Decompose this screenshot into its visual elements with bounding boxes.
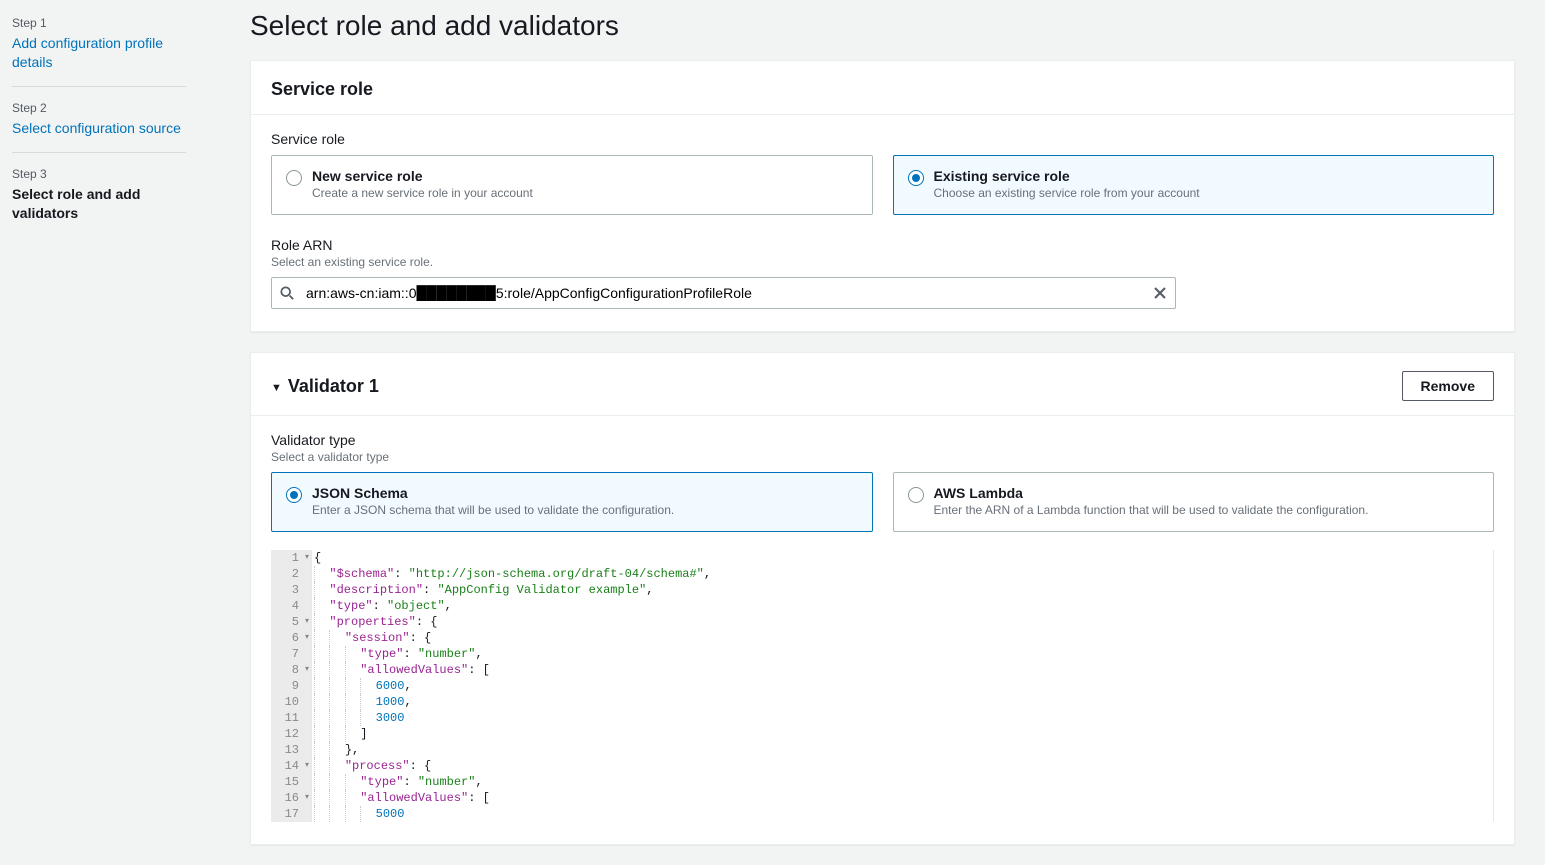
line-number: 15 bbox=[277, 774, 309, 790]
validator-type-option-1[interactable]: AWS Lambda Enter the ARN of a Lambda func… bbox=[893, 472, 1495, 532]
wizard-sidebar: Step 1Add configuration profile detailsS… bbox=[0, 0, 200, 865]
code-line[interactable]: "type": "number", bbox=[314, 774, 1493, 790]
chevron-down-icon: ▼ bbox=[271, 382, 282, 394]
line-number: 5▾ bbox=[277, 614, 309, 630]
validator-title[interactable]: ▼Validator 1 bbox=[271, 376, 379, 397]
code-line[interactable]: }, bbox=[314, 742, 1493, 758]
remove-button[interactable]: Remove bbox=[1402, 371, 1494, 401]
radio-icon bbox=[286, 487, 302, 503]
line-number: 17 bbox=[277, 806, 309, 822]
line-number: 16▾ bbox=[277, 790, 309, 806]
line-number: 14▾ bbox=[277, 758, 309, 774]
radio-desc: Choose an existing service role from you… bbox=[934, 186, 1200, 200]
code-line[interactable]: "allowedValues": [ bbox=[314, 662, 1493, 678]
code-line[interactable]: 3000 bbox=[314, 710, 1493, 726]
code-line[interactable]: ] bbox=[314, 726, 1493, 742]
code-line[interactable]: "type": "number", bbox=[314, 646, 1493, 662]
code-line[interactable]: { bbox=[314, 550, 1493, 566]
line-number: 6▾ bbox=[277, 630, 309, 646]
line-number: 13 bbox=[277, 742, 309, 758]
search-icon bbox=[280, 286, 294, 300]
step-title: Select role and add validators bbox=[12, 185, 186, 223]
code-line[interactable]: "allowedValues": [ bbox=[314, 790, 1493, 806]
radio-icon bbox=[908, 170, 924, 186]
line-number: 1▾ bbox=[277, 550, 309, 566]
radio-title: New service role bbox=[312, 168, 533, 184]
service-role-panel: Service role Service role New service ro… bbox=[250, 60, 1515, 332]
code-line[interactable]: "description": "AppConfig Validator exam… bbox=[314, 582, 1493, 598]
page-title: Select role and add validators bbox=[250, 10, 1515, 42]
code-line[interactable]: "properties": { bbox=[314, 614, 1493, 630]
service-role-option-0[interactable]: New service role Create a new service rol… bbox=[271, 155, 873, 215]
validator-type-hint: Select a validator type bbox=[271, 450, 1494, 464]
json-schema-editor[interactable]: 1▾2345▾6▾78▾91011121314▾1516▾17 { "$sche… bbox=[271, 550, 1494, 822]
role-arn-label: Role ARN bbox=[271, 237, 1494, 253]
step-title[interactable]: Select configuration source bbox=[12, 119, 186, 138]
service-role-field-label: Service role bbox=[271, 131, 1494, 147]
line-number: 4 bbox=[277, 598, 309, 614]
radio-icon bbox=[908, 487, 924, 503]
role-arn-hint: Select an existing service role. bbox=[271, 255, 1494, 269]
code-line[interactable]: 6000, bbox=[314, 678, 1493, 694]
service-role-option-1[interactable]: Existing service role Choose an existing … bbox=[893, 155, 1495, 215]
service-role-title: Service role bbox=[271, 79, 373, 100]
line-number: 2 bbox=[277, 566, 309, 582]
code-line[interactable]: 5000 bbox=[314, 806, 1493, 822]
main-content: Select role and add validators Service r… bbox=[200, 0, 1545, 865]
code-line[interactable]: "$schema": "http://json-schema.org/draft… bbox=[314, 566, 1493, 582]
wizard-step-3: Step 3 Select role and add validators bbox=[12, 167, 186, 237]
line-number: 7 bbox=[277, 646, 309, 662]
validator-type-label: Validator type bbox=[271, 432, 1494, 448]
validator-panel: ▼Validator 1 Remove Validator type Selec… bbox=[250, 352, 1515, 845]
step-label: Step 2 bbox=[12, 101, 186, 115]
radio-icon bbox=[286, 170, 302, 186]
line-number: 12 bbox=[277, 726, 309, 742]
code-line[interactable]: 1000, bbox=[314, 694, 1493, 710]
radio-desc: Enter a JSON schema that will be used to… bbox=[312, 503, 674, 517]
clear-icon[interactable] bbox=[1152, 285, 1168, 301]
step-title[interactable]: Add configuration profile details bbox=[12, 34, 186, 72]
line-number: 8▾ bbox=[277, 662, 309, 678]
line-number: 10 bbox=[277, 694, 309, 710]
line-number: 9 bbox=[277, 678, 309, 694]
line-number: 11 bbox=[277, 710, 309, 726]
code-line[interactable]: "session": { bbox=[314, 630, 1493, 646]
validator-type-option-0[interactable]: JSON Schema Enter a JSON schema that will… bbox=[271, 472, 873, 532]
radio-title: AWS Lambda bbox=[934, 485, 1369, 501]
radio-desc: Create a new service role in your accoun… bbox=[312, 186, 533, 200]
line-number: 3 bbox=[277, 582, 309, 598]
radio-title: Existing service role bbox=[934, 168, 1200, 184]
radio-desc: Enter the ARN of a Lambda function that … bbox=[934, 503, 1369, 517]
role-arn-input[interactable] bbox=[271, 277, 1176, 309]
wizard-step-1[interactable]: Step 1 Add configuration profile details bbox=[12, 16, 186, 87]
code-line[interactable]: "process": { bbox=[314, 758, 1493, 774]
step-label: Step 3 bbox=[12, 167, 186, 181]
step-label: Step 1 bbox=[12, 16, 186, 30]
radio-title: JSON Schema bbox=[312, 485, 674, 501]
wizard-step-2[interactable]: Step 2 Select configuration source bbox=[12, 101, 186, 153]
code-line[interactable]: "type": "object", bbox=[314, 598, 1493, 614]
